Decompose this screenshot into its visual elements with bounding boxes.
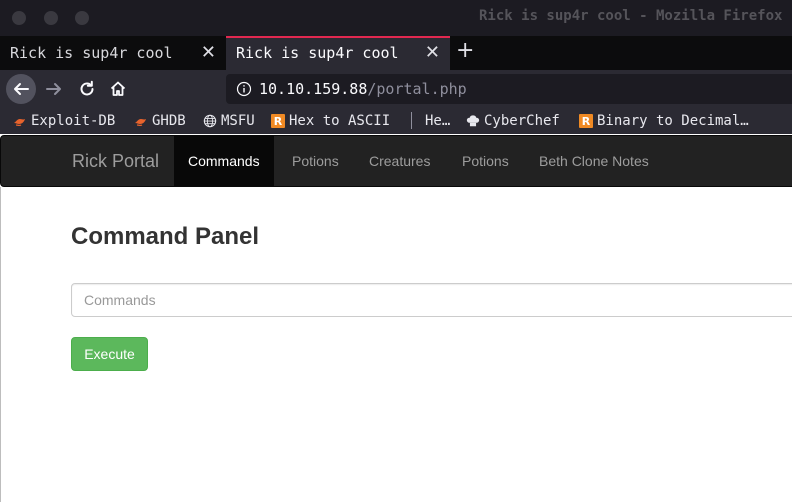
maximize-window-button[interactable] <box>75 11 89 25</box>
site-navbar: Rick Portal Commands Potions Creatures P… <box>0 135 792 187</box>
nav-creatures[interactable]: Creatures <box>355 136 444 186</box>
chef-hat-icon <box>466 115 480 127</box>
url-host: 10.10.159.88 <box>259 80 368 98</box>
bookmark-msfu[interactable]: MSFU <box>203 111 255 131</box>
bookmark-separator <box>411 112 412 129</box>
r-icon: R <box>271 114 285 128</box>
web-page: Rick Portal Commands Potions Creatures P… <box>0 134 792 502</box>
minimize-window-button[interactable] <box>44 11 58 25</box>
nav-potions-2[interactable]: Potions <box>448 136 523 186</box>
tab-close-icon[interactable]: ✕ <box>425 42 440 63</box>
exploit-db-icon <box>14 119 25 127</box>
bookmark-binary-to-decimal[interactable]: R Binary to Decimal… <box>579 111 749 131</box>
tab-title: Rick is sup4r cool <box>10 44 173 62</box>
navbar-brand[interactable]: Rick Portal <box>72 151 159 172</box>
page-left-border <box>0 187 1 502</box>
bookmark-hex-to-ascii[interactable]: R Hex to ASCII <box>271 111 390 131</box>
commands-input[interactable] <box>71 283 792 317</box>
info-circle-icon[interactable] <box>236 81 252 97</box>
bookmark-label: MSFU <box>221 113 255 129</box>
back-button[interactable] <box>6 74 36 104</box>
bookmark-label: Binary to Decimal… <box>597 113 749 129</box>
close-window-button[interactable] <box>12 11 26 25</box>
url-bar[interactable]: 10.10.159.88/portal.php <box>226 74 792 104</box>
bookmark-he[interactable]: He… <box>425 111 450 131</box>
nav-potions[interactable]: Potions <box>278 136 353 186</box>
reload-button[interactable] <box>72 74 102 104</box>
ghdb-icon <box>135 119 146 127</box>
forward-button[interactable] <box>39 74 69 104</box>
tab-title: Rick is sup4r cool <box>236 44 399 62</box>
new-tab-plus-icon[interactable]: + <box>456 40 474 62</box>
window-title: Rick is sup4r cool - Mozilla Firefox <box>479 8 783 24</box>
nav-commands[interactable]: Commands <box>174 136 274 186</box>
bookmark-exploit-db[interactable]: Exploit-DB <box>13 111 115 131</box>
window-titlebar: Rick is sup4r cool - Mozilla Firefox <box>0 0 792 36</box>
bookmarks-toolbar: Exploit-DB GHDB MSFU R Hex to ASCII He… … <box>0 108 792 134</box>
page-title: Command Panel <box>71 223 260 250</box>
bookmark-cyberchef[interactable]: CyberChef <box>466 111 560 131</box>
navigation-toolbar: 10.10.159.88/portal.php <box>0 70 792 108</box>
globe-icon <box>203 114 217 128</box>
r-icon: R <box>579 114 593 128</box>
home-button[interactable] <box>103 74 133 104</box>
home-icon <box>110 81 126 96</box>
bookmark-label: Exploit-DB <box>31 113 116 129</box>
nav-beth-clone-notes[interactable]: Beth Clone Notes <box>525 136 663 186</box>
forward-arrow-icon <box>46 83 61 95</box>
bookmark-label: Hex to ASCII <box>289 113 391 129</box>
reload-icon <box>80 80 94 96</box>
tab-rick-2[interactable]: Rick is sup4r cool ✕ <box>226 36 450 70</box>
execute-button[interactable]: Execute <box>71 337 148 371</box>
bookmark-label: He… <box>425 113 451 129</box>
tab-rick-1[interactable]: Rick is sup4r cool ✕ <box>0 36 226 70</box>
tab-close-icon[interactable]: ✕ <box>201 42 216 63</box>
bookmark-ghdb[interactable]: GHDB <box>134 111 186 131</box>
bookmark-label: CyberChef <box>484 113 560 129</box>
url-text: 10.10.159.88/portal.php <box>259 80 467 98</box>
back-arrow-icon <box>14 83 29 95</box>
url-path: /portal.php <box>367 80 467 98</box>
tab-strip: Rick is sup4r cool ✕ Rick is sup4r cool … <box>0 36 792 70</box>
bookmark-label: GHDB <box>152 113 186 129</box>
